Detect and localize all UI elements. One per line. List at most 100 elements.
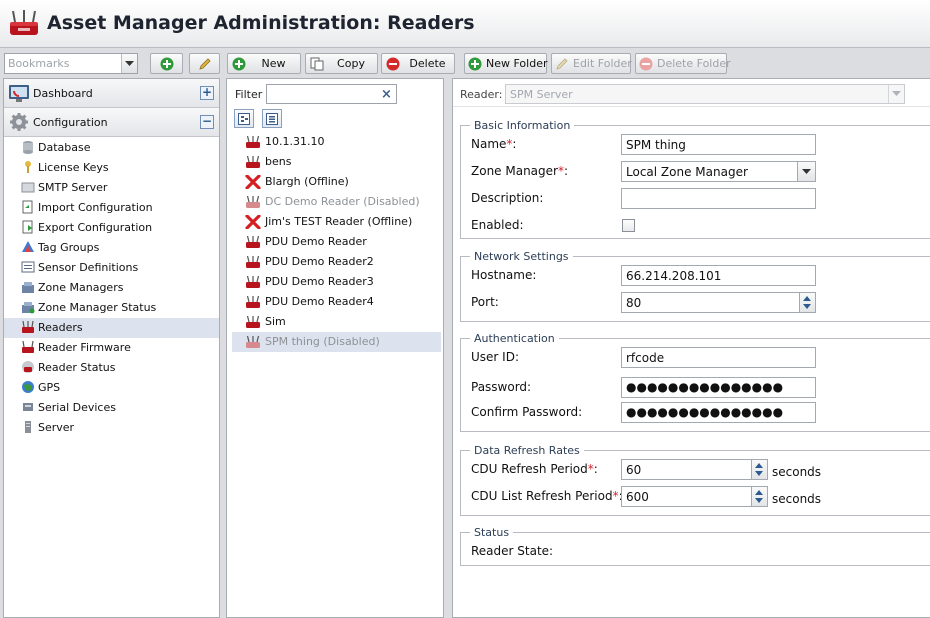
sidebar-item-label: SMTP Server [38,181,108,194]
sidebar-item-server[interactable]: Server [4,418,219,438]
reader-icon [21,320,35,334]
sidebar-item-database[interactable]: Database [4,138,219,158]
reader-list-label: PDU Demo Reader2 [265,255,374,268]
reader-list-label: PDU Demo Reader [265,235,367,248]
sidebar-item-label: License Keys [38,161,109,174]
zone-manager-select[interactable]: Local Zone Manager [621,161,798,182]
name-field[interactable]: SPM thing [621,134,816,155]
sidebar-item-zone-manager-status[interactable]: Zone Manager Status [4,298,219,318]
reader-list-label: DC Demo Reader (Disabled) [265,195,420,208]
confirm-password-label: Confirm Password: [471,405,583,419]
cdu-refresh-units: seconds [772,465,822,479]
sidebar-item-label: Readers [38,321,83,334]
delete-button[interactable]: Delete [381,53,455,74]
reader-list-item[interactable]: PDU Demo Reader2 [232,252,441,272]
new-button[interactable]: New [227,53,301,74]
sidebar-item-label: Zone Managers [38,281,124,294]
sidebar-item-sensor-definitions[interactable]: Sensor Definitions [4,258,219,278]
description-field[interactable] [621,188,816,209]
sidebar-item-label: Import Configuration [38,201,153,214]
sidebar: Dashboard + Configuration − Database Lice… [3,78,220,618]
reader-list-item[interactable]: Sim [232,312,441,332]
hostname-field[interactable]: 66.214.208.101 [621,265,816,286]
add-icon [159,56,175,72]
reader-list-item[interactable]: bens [232,152,441,172]
chevron-down-icon[interactable] [888,85,904,103]
reader-select-value: SPM Server [510,87,573,101]
port-label: Port: [471,295,499,309]
firmware-icon [21,340,35,354]
sidebar-item-label: Server [38,421,75,434]
gear-icon [10,113,28,131]
reader-list-item[interactable]: 10.1.31.10 [232,132,441,152]
reader-list-item[interactable]: Blargh (Offline) [232,172,441,192]
edit-folder-button[interactable]: Edit Folder [551,53,632,74]
reader-select[interactable]: SPM Server [505,84,905,104]
edit-bookmark-button[interactable] [189,53,220,74]
sidebar-item-zone-managers[interactable]: Zone Managers [4,278,219,298]
sidebar-item-smtp-server[interactable]: SMTP Server [4,178,219,198]
user-id-field[interactable]: rfcode [621,347,816,368]
sidebar-section-dashboard[interactable]: Dashboard + [4,79,219,108]
dashboard-icon [9,85,29,102]
reader-icon [245,195,261,209]
reader-list-label: 10.1.31.10 [265,135,325,148]
copy-button[interactable]: Copy [305,53,378,74]
enabled-checkbox[interactable] [622,219,635,232]
password-field[interactable]: ●●●●●●●●●●●●●●● [621,377,816,398]
reader-icon [245,335,261,349]
sidebar-item-import-configuration[interactable]: Import Configuration [4,198,219,218]
sidebar-item-readers[interactable]: Readers [4,318,219,338]
cdu-list-refresh-field[interactable]: 600 [621,486,752,507]
sidebar-item-gps[interactable]: GPS [4,378,219,398]
expand-all-button[interactable] [234,109,254,128]
cdu-refresh-label: CDU Refresh Period*: [471,462,598,476]
port-stepper[interactable] [800,292,816,313]
expand-icon[interactable]: + [200,86,214,100]
section-legend: Authentication [474,332,555,345]
cdu-refresh-stepper[interactable] [752,459,768,480]
confirm-password-field[interactable]: ●●●●●●●●●●●●●●● [621,402,816,423]
import-icon [21,200,35,214]
hostname-label: Hostname: [471,268,537,282]
reader-list-item[interactable]: SPM thing (Disabled) [232,332,441,352]
port-field[interactable]: 80 [621,292,800,313]
chevron-down-icon[interactable] [798,161,816,182]
offline-icon [245,174,261,190]
reader-list-item[interactable]: PDU Demo Reader [232,232,441,252]
sidebar-section-configuration[interactable]: Configuration − [4,108,219,137]
reader-list-item[interactable]: Jim's TEST Reader (Offline) [232,212,441,232]
reader-list-item[interactable]: DC Demo Reader (Disabled) [232,192,441,212]
bookmarks-dropdown[interactable]: Bookmarks [4,53,138,74]
reader-list-item[interactable]: PDU Demo Reader3 [232,272,441,292]
clear-filter-icon[interactable]: × [377,84,397,104]
delete-folder-button[interactable]: Delete Folder [635,53,731,74]
collapse-icon[interactable]: − [200,115,214,129]
sidebar-item-tag-groups[interactable]: Tag Groups [4,238,219,258]
reader-detail-panel: Reader: SPM Server Basic Information Nam… [452,78,930,618]
list-icon [266,112,278,125]
reader-icon [245,235,261,249]
cdu-list-refresh-stepper[interactable] [752,486,768,507]
sidebar-item-serial-devices[interactable]: Serial Devices [4,398,219,418]
app-header: Asset Manager Administration: Readers [0,0,930,48]
section-legend: Data Refresh Rates [474,444,580,457]
section-legend: Network Settings [474,250,569,263]
list-view-button[interactable] [262,109,282,128]
sidebar-item-reader-firmware[interactable]: Reader Firmware [4,338,219,358]
new-folder-button[interactable]: New Folder [464,53,547,74]
sidebar-item-reader-status[interactable]: Reader Status [4,358,219,378]
cdu-refresh-field[interactable]: 60 [621,459,752,480]
offline-icon [245,214,261,230]
server-icon [21,420,35,434]
chevron-down-icon[interactable] [121,54,137,73]
description-label: Description: [471,191,544,205]
add-bookmark-button[interactable] [150,53,183,74]
name-label: Name*: [471,137,517,151]
database-icon [21,140,35,154]
app-logo-icon [10,10,38,35]
sidebar-item-license-keys[interactable]: License Keys [4,158,219,178]
reader-list-item[interactable]: PDU Demo Reader4 [232,292,441,312]
sidebar-item-export-configuration[interactable]: Export Configuration [4,218,219,238]
reader-select-label: Reader: [460,88,503,101]
